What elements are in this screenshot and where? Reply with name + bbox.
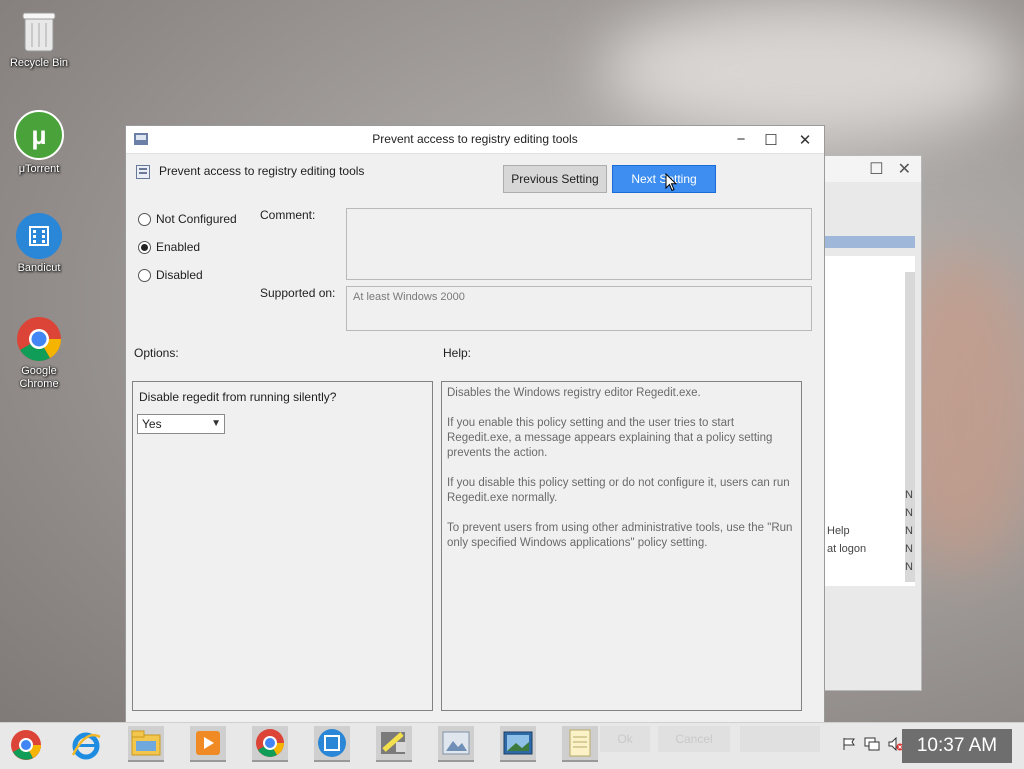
desktop-icon-label: Google Chrome xyxy=(19,365,59,390)
taskbar-app[interactable] xyxy=(128,726,164,762)
media-player-icon xyxy=(196,731,220,755)
maximize-button[interactable]: ☐ xyxy=(754,126,788,153)
taskbar-app[interactable] xyxy=(190,726,226,762)
policy-setting-icon xyxy=(136,165,150,179)
chrome-icon xyxy=(256,729,284,757)
select-value: Yes xyxy=(142,417,162,431)
list-item[interactable]: N xyxy=(827,558,913,576)
desktop-icon-recycle-bin[interactable]: Recycle Bin xyxy=(6,8,72,70)
help-paragraph: Disables the Windows registry editor Reg… xyxy=(447,387,701,399)
list-item[interactable]: N xyxy=(827,486,913,504)
taskbar-app[interactable] xyxy=(252,726,288,762)
ghost-cancel-button: Cancel xyxy=(658,726,730,752)
desktop-icon-google-chrome[interactable]: Google Chrome xyxy=(6,316,72,391)
network-icon[interactable] xyxy=(864,737,880,754)
taskbar-app[interactable] xyxy=(8,728,44,762)
chrome-rainbow-icon xyxy=(11,730,41,760)
minimize-icon: − xyxy=(736,131,746,148)
bandicut-icon xyxy=(16,213,62,259)
maximize-icon[interactable]: ☐ xyxy=(869,159,883,179)
minimize-button[interactable]: − xyxy=(724,126,758,153)
close-button[interactable]: ✕ xyxy=(788,126,822,153)
list-item[interactable]: Help N xyxy=(827,522,913,540)
taskbar-clock[interactable]: 10:37 AM xyxy=(902,729,1012,763)
desktop-icon-label: Recycle Bin xyxy=(9,57,69,69)
supported-on-label: Supported on: xyxy=(260,286,336,300)
background-window-titlebar: ☐ ✕ xyxy=(823,156,921,182)
comment-label: Comment: xyxy=(260,208,316,222)
option-question: Disable regedit from running silently? xyxy=(139,390,337,404)
help-paragraph: If you enable this policy setting and th… xyxy=(447,417,773,459)
radio-label: Disabled xyxy=(156,268,203,282)
bandicut-icon xyxy=(318,729,346,757)
taskbar-app[interactable] xyxy=(562,726,598,762)
desktop-icon-label: μTorrent xyxy=(18,163,60,175)
desktop-icon-utorrent[interactable]: µ μTorrent xyxy=(6,110,72,176)
wallpaper-highlight xyxy=(600,0,1020,140)
taskbar-app[interactable] xyxy=(376,726,412,762)
chrome-icon xyxy=(16,316,62,362)
setting-name: Prevent access to registry editing tools xyxy=(159,164,365,178)
notepad-icon xyxy=(569,729,591,757)
dialog-title: Prevent access to registry editing tools xyxy=(372,132,578,146)
radio-not-configured[interactable]: Not Configured xyxy=(138,212,237,226)
taskbar-app[interactable] xyxy=(438,726,474,762)
radio-circle xyxy=(138,212,151,226)
help-panel: Disables the Windows registry editor Reg… xyxy=(441,381,802,711)
radio-circle xyxy=(138,268,151,282)
taskbar-app[interactable] xyxy=(68,728,104,762)
taskbar-app[interactable] xyxy=(500,726,536,762)
help-label: Help: xyxy=(443,346,472,360)
background-list: N N Help N at logon N N xyxy=(827,486,913,576)
radio-circle-selected xyxy=(138,240,151,254)
paint-icon xyxy=(381,732,406,754)
comment-field[interactable] xyxy=(346,208,812,280)
ghost-ok-button: Ok xyxy=(600,726,650,752)
utorrent-icon: µ xyxy=(14,110,64,160)
previous-setting-button[interactable]: Previous Setting xyxy=(503,165,607,193)
dialog-titlebar[interactable]: Prevent access to registry editing tools… xyxy=(126,126,824,154)
close-icon: ✕ xyxy=(798,131,812,149)
list-item[interactable]: at logon N xyxy=(827,540,913,558)
options-panel: Disable regedit from running silently? Y… xyxy=(132,381,433,711)
gallery-icon xyxy=(442,731,470,755)
help-paragraph: To prevent users from using other admini… xyxy=(447,522,793,549)
ghost-apply-button xyxy=(740,726,820,752)
taskbar-app[interactable] xyxy=(314,726,350,762)
option-select[interactable]: Yes ▼ xyxy=(137,414,225,434)
policy-setting-dialog: Prevent access to registry editing tools… xyxy=(125,125,825,725)
chevron-down-icon: ▼ xyxy=(211,418,221,429)
supported-on-field: At least Windows 2000 xyxy=(346,286,812,331)
photo-viewer-icon xyxy=(503,731,533,755)
mouse-cursor-icon xyxy=(665,173,677,192)
selected-row-highlight xyxy=(823,236,915,248)
options-label: Options: xyxy=(134,346,179,360)
help-paragraph: If you disable this policy setting or do… xyxy=(447,477,790,504)
internet-explorer-icon xyxy=(71,732,101,760)
radio-enabled[interactable]: Enabled xyxy=(138,240,200,254)
list-item[interactable]: N xyxy=(827,504,913,522)
close-icon[interactable]: ✕ xyxy=(898,159,911,179)
desktop-icon-bandicut[interactable]: Bandicut xyxy=(6,213,72,275)
taskbar: Ok Cancel 10:37 AM xyxy=(0,722,1024,769)
recycle-bin-icon xyxy=(16,8,62,54)
desktop-icon-label: Bandicut xyxy=(17,262,61,274)
background-window[interactable]: ☐ ✕ N N Help N at logon N N xyxy=(822,155,922,691)
next-setting-button[interactable]: Next Setting xyxy=(612,165,716,193)
radio-label: Enabled xyxy=(156,240,201,254)
radio-label: Not Configured xyxy=(156,212,237,226)
system-tray xyxy=(842,736,904,754)
radio-disabled[interactable]: Disabled xyxy=(138,268,203,282)
maximize-icon: ☐ xyxy=(764,131,778,149)
file-explorer-icon xyxy=(131,730,161,756)
flag-icon[interactable] xyxy=(842,737,856,754)
